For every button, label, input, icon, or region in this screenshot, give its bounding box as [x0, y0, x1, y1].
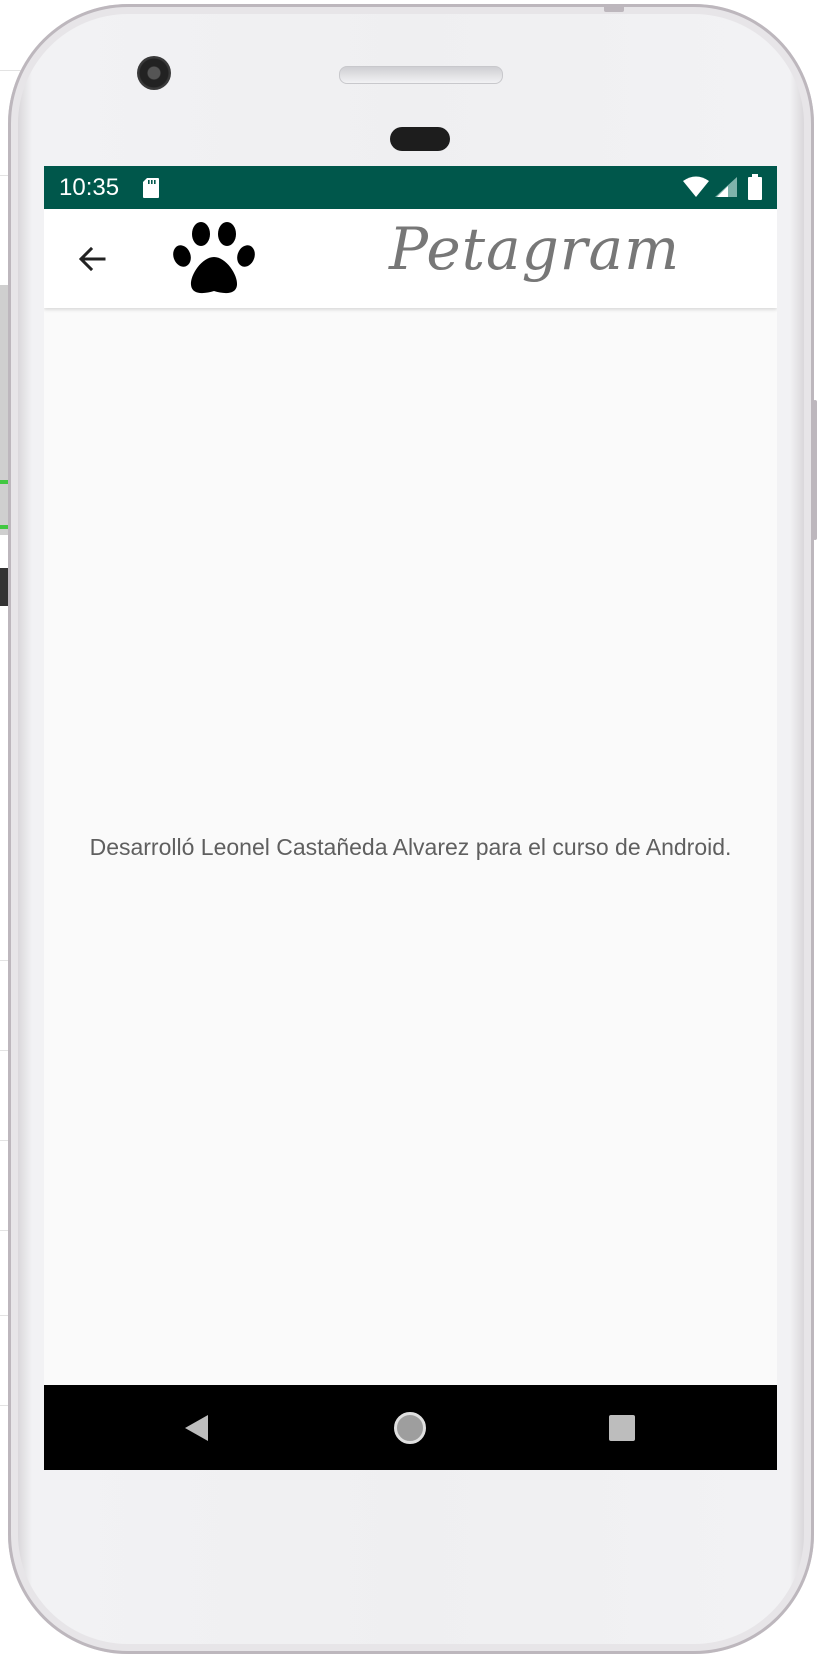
credits-message: Desarrolló Leonel Castañeda Alvarez para…	[89, 834, 732, 860]
status-bar: 10:35	[44, 166, 777, 209]
status-time: 10:35	[59, 174, 120, 201]
nav-home-icon[interactable]	[393, 1411, 427, 1445]
earpiece-speaker	[339, 66, 503, 84]
nav-back-icon[interactable]	[182, 1413, 210, 1443]
navigation-bar	[44, 1385, 777, 1470]
sd-card-icon	[143, 178, 159, 198]
front-camera	[137, 56, 171, 90]
volume-button	[813, 400, 817, 540]
app-toolbar: Petagram	[44, 209, 777, 308]
nav-recents-icon[interactable]	[609, 1415, 635, 1441]
app-title: Petagram	[389, 215, 681, 283]
device-screen: 10:35 Petagram Desarrolló Leonel Castañe…	[44, 166, 777, 1470]
power-button	[604, 4, 624, 12]
arrow-back-icon[interactable]	[76, 243, 108, 275]
paw-icon	[173, 222, 255, 294]
battery-icon	[748, 174, 762, 200]
proximity-sensor	[390, 127, 450, 151]
cell-signal-icon	[715, 177, 737, 197]
wifi-icon	[683, 176, 709, 197]
